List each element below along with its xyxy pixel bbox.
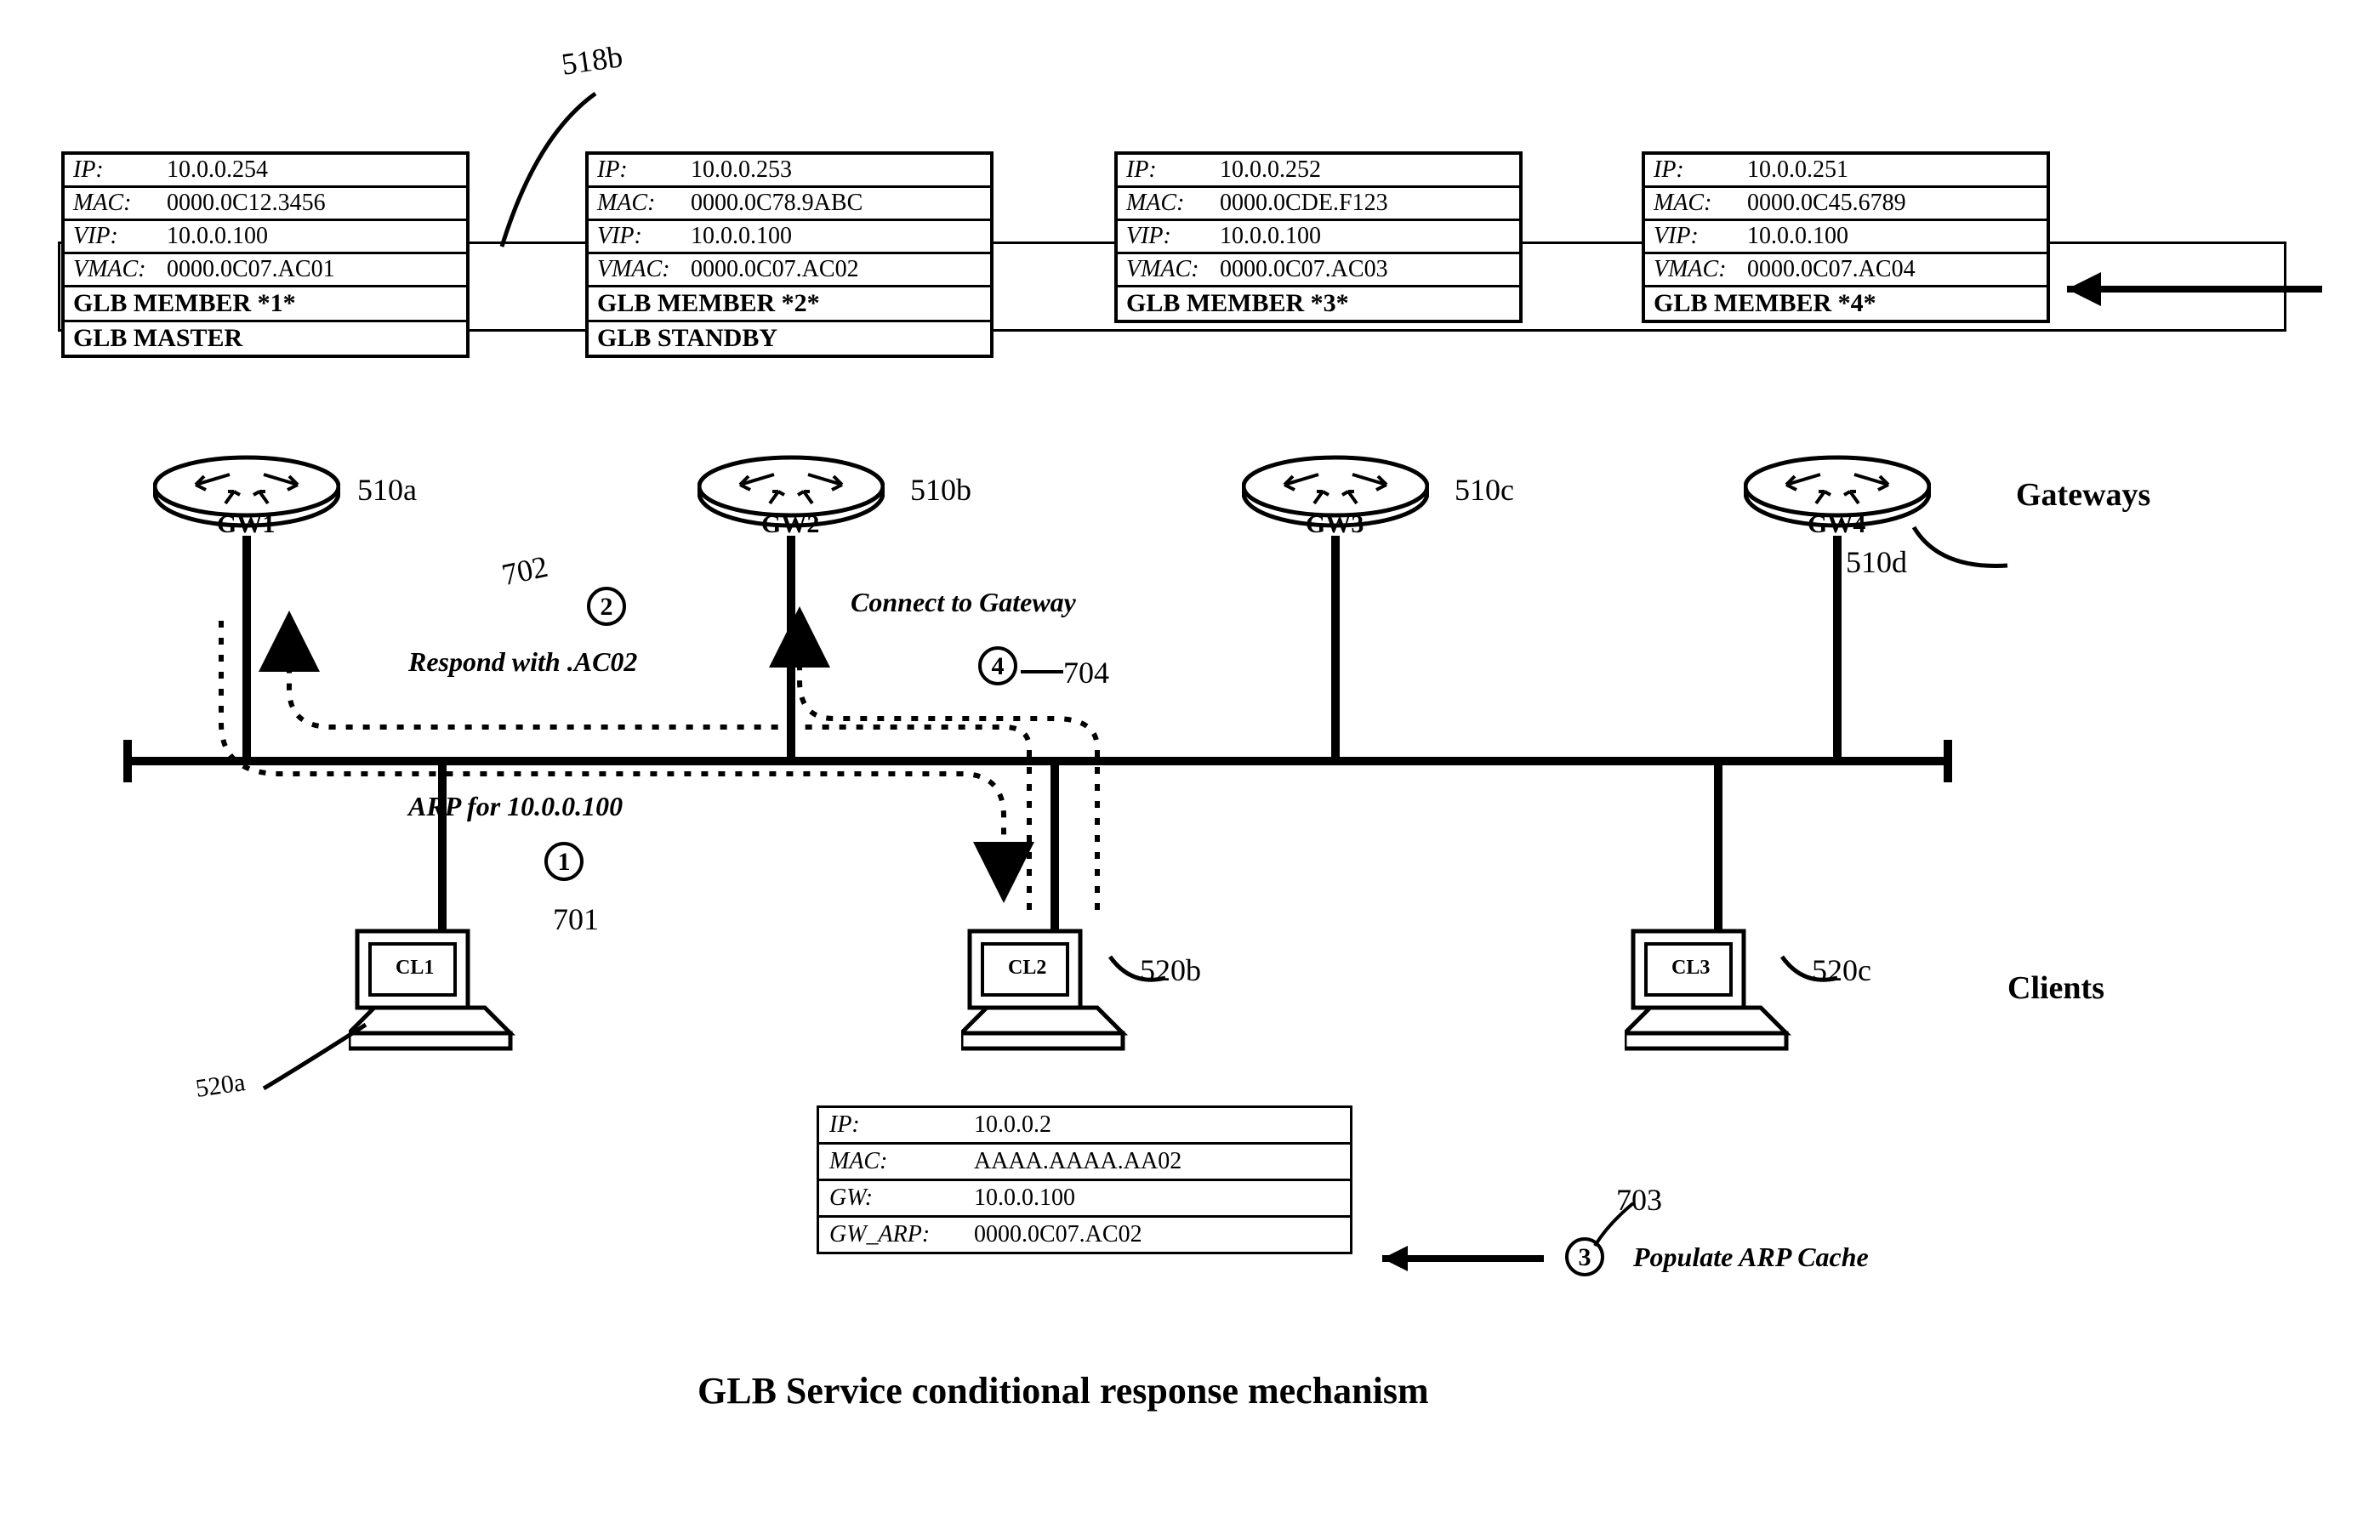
step4-text: Connect to Gateway	[851, 587, 1076, 618]
cl-detail-gwarp: 0000.0C07.AC02	[974, 1221, 1142, 1247]
gw4-vmac: 0000.0C07.AC04	[1747, 256, 1916, 282]
step1-circle: 1	[544, 842, 584, 881]
step2-circle: 2	[587, 587, 626, 626]
gw4-member: GLB MEMBER *4*	[1645, 287, 2047, 320]
cl-detail-mac: AAAA.AAAA.AA02	[974, 1148, 1181, 1174]
gateway-box-1: IP:10.0.0.254 MAC:0000.0C12.3456 VIP:10.…	[61, 151, 470, 358]
client-detail-box: IP:10.0.0.2 MAC:AAAA.AAAA.AA02 GW:10.0.0…	[817, 1105, 1352, 1254]
gw2-ip: 10.0.0.253	[691, 156, 792, 183]
gw4-ip: 10.0.0.251	[1747, 156, 1848, 183]
cl-detail-gw: 10.0.0.100	[974, 1185, 1075, 1211]
gw1-mac: 0000.0C12.3456	[167, 190, 326, 216]
label-ip: IP:	[73, 156, 167, 184]
label-vmac: VMAC:	[73, 256, 167, 283]
cl3-ref-leader	[1778, 952, 1846, 1003]
gw1-ref: 510a	[357, 472, 417, 508]
gw4-mac: 0000.0C45.6789	[1747, 190, 1906, 216]
section-gateways: Gateways	[2016, 476, 2150, 514]
cl3-name: CL3	[1671, 957, 1710, 980]
gw4-vip: 10.0.0.100	[1747, 223, 1848, 249]
step3-ref-leader	[1591, 1199, 1642, 1250]
step1-ref: 701	[553, 901, 599, 937]
gw1-member: GLB MEMBER *1*	[65, 287, 466, 322]
gw2-mac: 0000.0C78.9ABC	[691, 190, 863, 216]
gw3-mac: 0000.0CDE.F123	[1220, 190, 1388, 216]
gw3-vmac: 0000.0C07.AC03	[1220, 256, 1388, 282]
gateway-box-3: IP:10.0.0.252 MAC:0000.0CDE.F123 VIP:10.…	[1114, 151, 1523, 323]
client-icon-cl3	[1625, 923, 1795, 1059]
gw2-role: GLB STANDBY	[589, 322, 990, 355]
label-vip: VIP:	[73, 223, 167, 250]
gw3-vip: 10.0.0.100	[1220, 223, 1321, 249]
label-mac: MAC:	[73, 190, 167, 217]
gw2-vip: 10.0.0.100	[691, 223, 792, 249]
section-clients: Clients	[2007, 969, 2104, 1007]
flow-arrows	[111, 527, 1301, 952]
step3-arrow-icon	[1357, 1242, 1561, 1276]
gateway-box-4: IP:10.0.0.251 MAC:0000.0C45.6789 VIP:10.…	[1642, 151, 2050, 323]
step1-text: ARP for 10.0.0.100	[408, 791, 623, 822]
gw1-vip: 10.0.0.100	[167, 223, 268, 249]
cl2-name: CL2	[1008, 957, 1046, 980]
cl1-ref: 520a	[194, 1068, 247, 1104]
step4-circle: 4	[978, 646, 1017, 685]
annotation-518b: 518b	[559, 38, 624, 82]
client-icon-cl1	[349, 923, 519, 1059]
gw1-role: GLB MASTER	[65, 322, 466, 355]
gw3-member: GLB MEMBER *3*	[1118, 287, 1519, 320]
cl1-ref-leader	[255, 1020, 374, 1097]
figure-caption: GLB Service conditional response mechani…	[697, 1369, 1429, 1412]
gw3-ref: 510c	[1455, 472, 1514, 508]
cl1-name: CL1	[396, 957, 434, 980]
step2-text: Respond with .AC02	[408, 646, 637, 678]
gw3-ip: 10.0.0.252	[1220, 156, 1321, 183]
cl2-ref-leader	[1106, 952, 1174, 1003]
annotation-518b-leader	[476, 85, 629, 255]
gw1-ip: 10.0.0.254	[167, 156, 268, 183]
gw1-vmac: 0000.0C07.AC01	[167, 256, 335, 282]
vip-arrow-icon	[2050, 264, 2331, 315]
step4-leader	[1021, 663, 1072, 689]
cl-detail-ip: 10.0.0.2	[974, 1111, 1051, 1138]
gw2-member: GLB MEMBER *2*	[589, 287, 990, 322]
step3-text: Populate ARP Cache	[1633, 1242, 1869, 1273]
gw2-ref: 510b	[910, 472, 971, 508]
gateway-box-2: IP:10.0.0.253 MAC:0000.0C78.9ABC VIP:10.…	[585, 151, 994, 358]
gw2-vmac: 0000.0C07.AC02	[691, 256, 859, 282]
